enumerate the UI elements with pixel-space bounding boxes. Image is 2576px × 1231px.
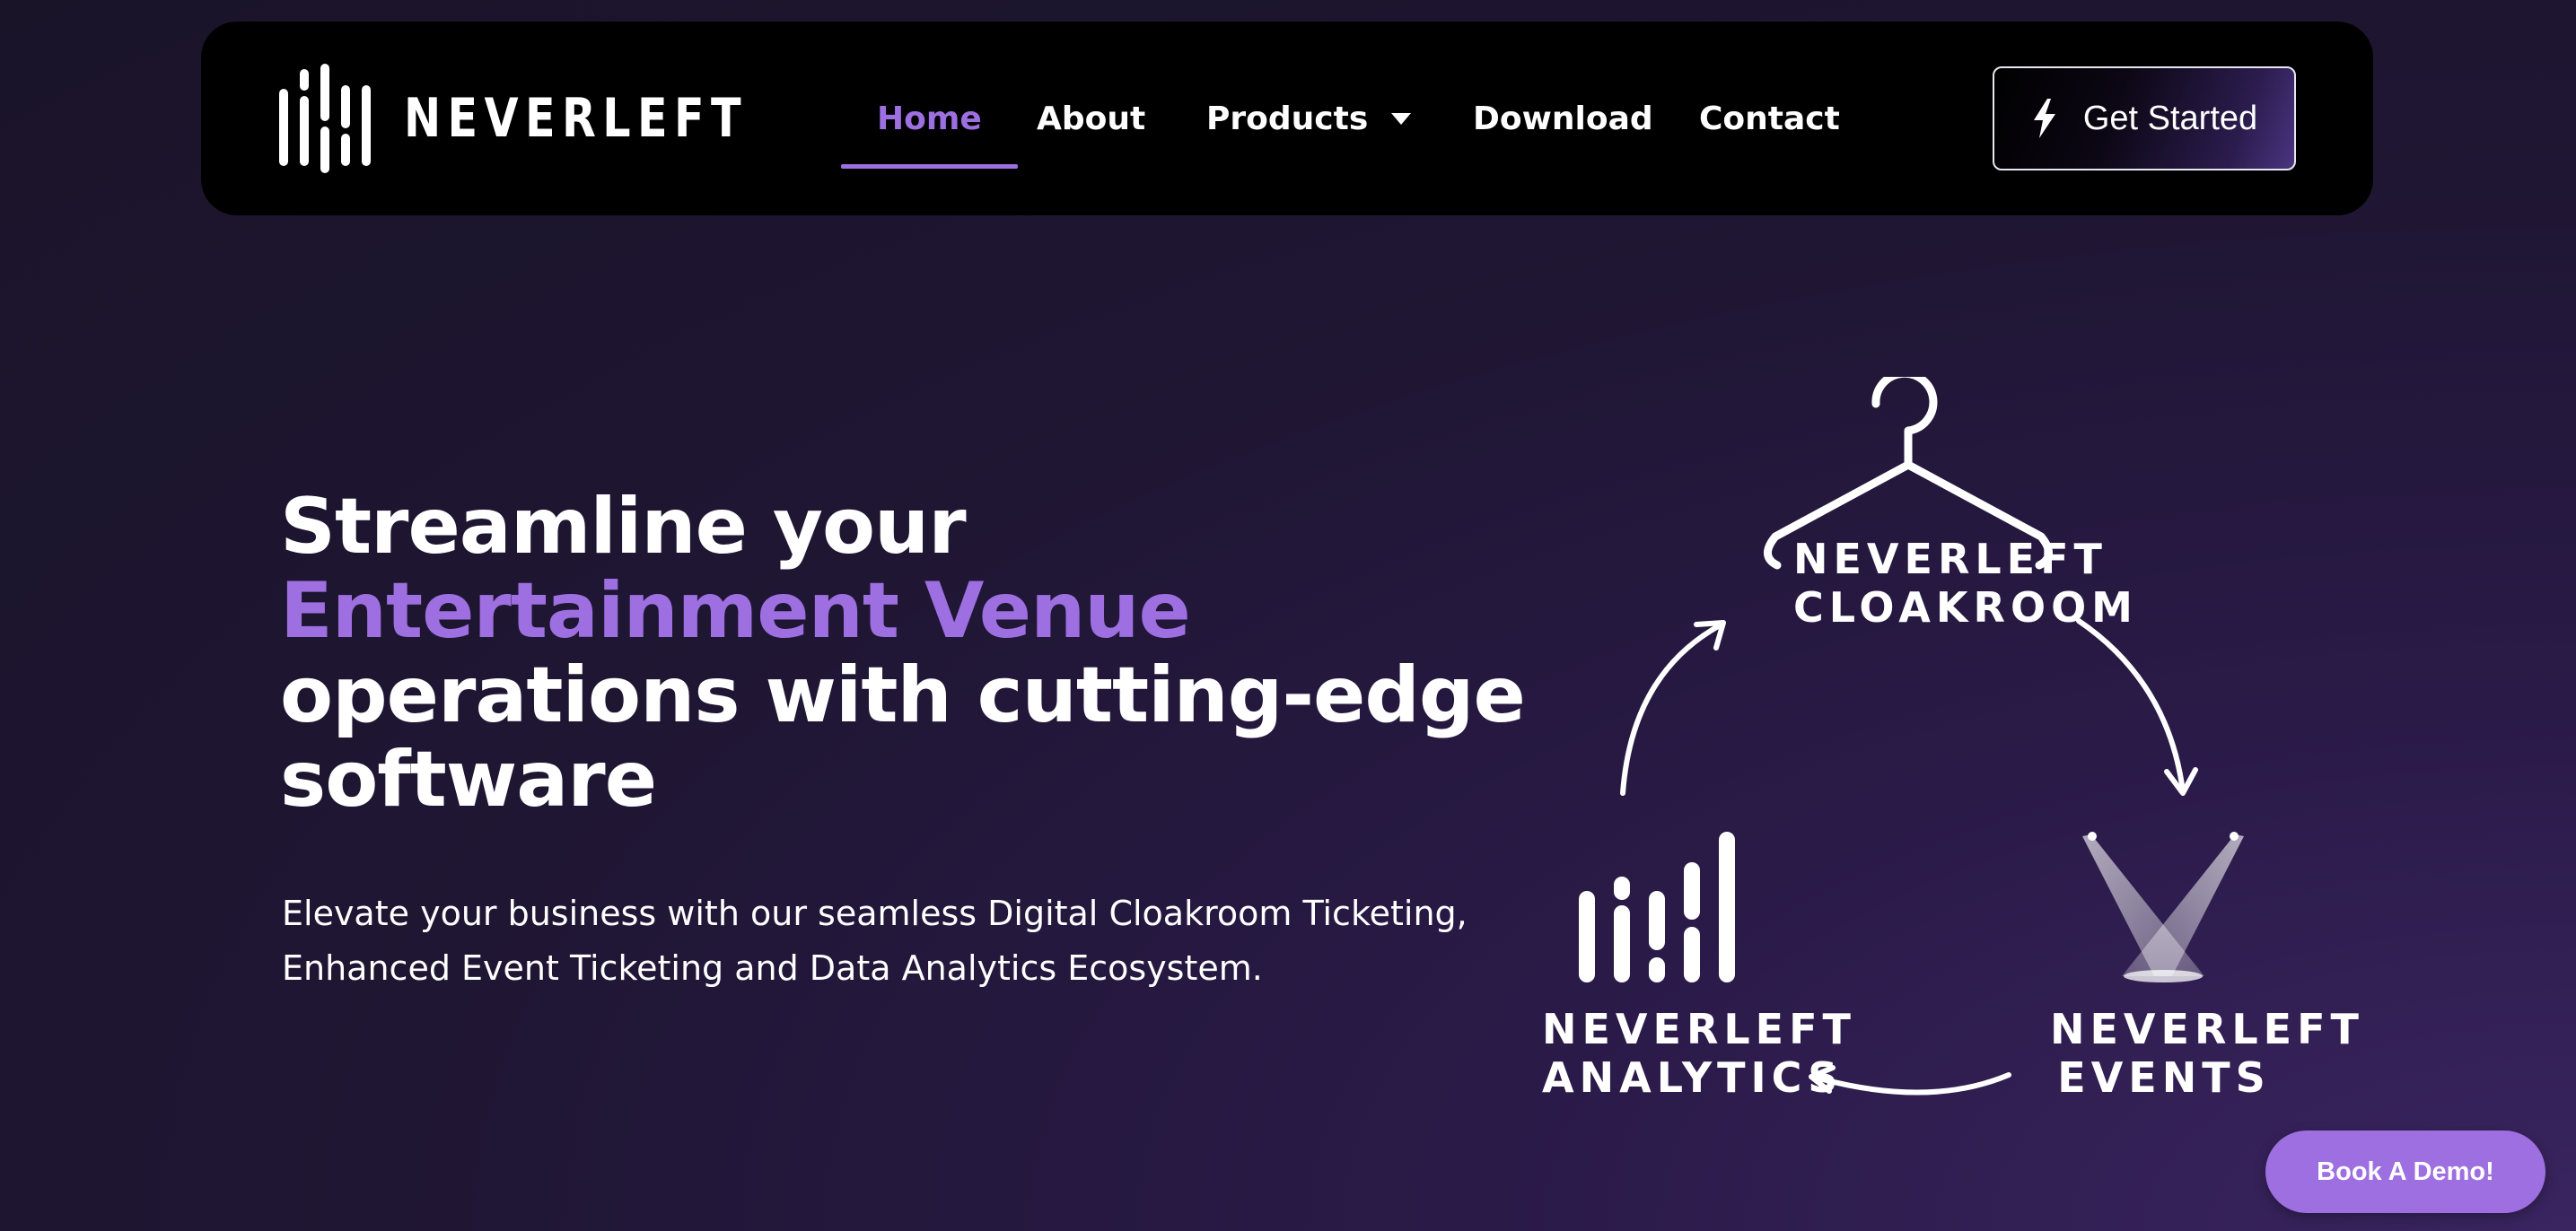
diagram-label-cloakroom: NEVERLEFT CLOAKROOM [1793,535,2138,632]
logo-bars-icon [279,64,371,173]
product-ecosystem-diagram: NEVERLEFT CLOAKROOM NEVERLEFT ANALYTICS … [1508,377,2364,1131]
nav-home-label: Home [877,100,982,137]
nav-home[interactable]: Home [841,22,1018,215]
nav-products[interactable]: Products [1206,22,1412,215]
hero-title-line3: operations with cutting-edge [280,650,1526,740]
hero-title-accent: Entertainment Venue [280,566,1191,656]
nav-active-underline [841,164,1018,169]
events-line1: NEVERLEFT [2050,1005,2364,1053]
nav-contact[interactable]: Contact [1699,22,1840,215]
nav-about[interactable]: About [1037,22,1145,215]
arrow-analytics-to-cloakroom-icon [1620,620,1726,796]
analytics-line2: ANALYTICS [1542,1053,1844,1102]
book-demo-button[interactable]: Book A Demo! [2265,1131,2545,1213]
arrow-cloakroom-to-events-icon [2076,618,2198,796]
hero-title: Streamline your Entertainment Venue oper… [280,485,1555,822]
hero-subtitle-line1: Elevate your business with our seamless … [282,894,1468,933]
book-demo-label: Book A Demo! [2317,1157,2494,1186]
nav-products-label: Products [1206,100,1369,137]
hero-subtitle: Elevate your business with our seamless … [282,886,1538,996]
events-line2: EVENTS [2057,1053,2271,1102]
diagram-label-analytics: NEVERLEFT ANALYTICS [1542,1005,1856,1102]
hero-title-line1: Streamline your [280,482,967,572]
bolt-icon [2033,99,2055,138]
diagram-label-events: NEVERLEFT EVENTS [2050,1005,2364,1102]
nav-download[interactable]: Download [1473,22,1653,215]
nav-about-label: About [1037,100,1146,137]
analytics-line1: NEVERLEFT [1542,1005,1856,1053]
brand-name: NEVERLEFT [404,87,748,150]
spotlight-icon [2082,832,2244,982]
cloakroom-line1: NEVERLEFT [1793,535,2107,583]
nav-download-label: Download [1473,100,1653,137]
cloakroom-line2: CLOAKROOM [1793,583,2138,632]
hero-subtitle-line2: Enhanced Event Ticketing and Data Analyt… [282,948,1263,988]
get-started-label: Get Started [2082,99,2258,137]
chevron-down-icon [1391,112,1412,125]
get-started-button[interactable]: Get Started [1993,66,2296,170]
nav-contact-label: Contact [1699,100,1840,137]
hero-title-line4: software [280,735,657,825]
bars-icon [1579,832,1735,982]
brand-logo[interactable]: NEVERLEFT [276,63,823,174]
